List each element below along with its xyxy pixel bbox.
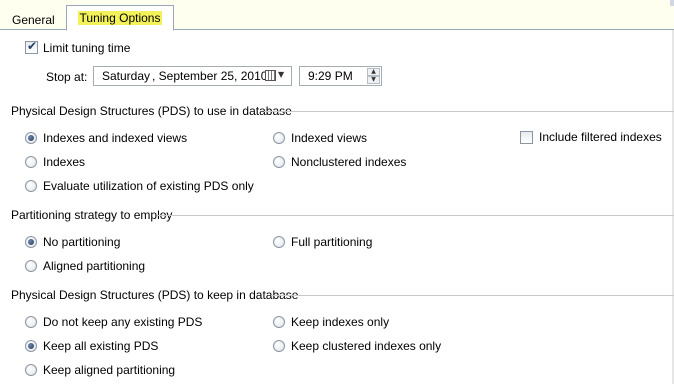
- time-spinner[interactable]: ▲ ▼: [367, 68, 380, 84]
- radio-full-partitioning[interactable]: [273, 236, 285, 248]
- divider: [157, 215, 674, 216]
- divider: [264, 111, 674, 112]
- tab-tuning-options[interactable]: Tuning Options: [66, 5, 174, 31]
- stop-date-picker[interactable]: Saturday , September 25, 2010 ▼: [93, 66, 292, 86]
- include-filtered-indexes-checkbox[interactable]: [520, 131, 533, 144]
- include-filtered-indexes-label: Include filtered indexes: [539, 130, 662, 144]
- calendar-icon[interactable]: [265, 70, 276, 81]
- option-label: Evaluate utilization of existing PDS onl…: [43, 179, 254, 193]
- radio-indexes[interactable]: [25, 156, 37, 168]
- option-label: Do not keep any existing PDS: [43, 315, 203, 329]
- radio-indexes-and-indexed-views[interactable]: [25, 132, 37, 144]
- tab-general[interactable]: General: [0, 6, 66, 30]
- option-label: Keep aligned partitioning: [43, 363, 176, 377]
- tab-tuning-options-label: Tuning Options: [77, 11, 163, 25]
- pds-keep-group-title: Physical Design Structures (PDS) to keep…: [11, 288, 299, 302]
- radio-keep-aligned-partitioning[interactable]: [25, 364, 37, 376]
- divider: [271, 295, 674, 296]
- chevron-down-icon[interactable]: ▼: [278, 70, 284, 79]
- partitioning-group-title: Partitioning strategy to employ: [11, 208, 173, 222]
- radio-keep-all-existing-pds[interactable]: [25, 340, 37, 352]
- radio-indexed-views[interactable]: [273, 132, 285, 144]
- stop-at-label: Stop at:: [46, 70, 88, 84]
- tab-general-label: General: [12, 13, 55, 27]
- stop-time-picker[interactable]: 9:29 PM ▲ ▼: [299, 66, 382, 86]
- spin-up-icon[interactable]: ▲: [367, 68, 380, 76]
- pds-use-group-title: Physical Design Structures (PDS) to use …: [11, 104, 292, 118]
- stop-day-value: Saturday: [102, 69, 151, 83]
- option-label: Keep all existing PDS: [43, 339, 159, 353]
- option-label: No partitioning: [43, 235, 121, 249]
- option-label: Nonclustered indexes: [291, 155, 407, 169]
- option-label: Indexes: [43, 155, 86, 169]
- option-label: Full partitioning: [291, 235, 373, 249]
- stop-date-value: , September 25, 2010: [152, 69, 268, 83]
- option-label: Indexed views: [291, 131, 368, 145]
- radio-keep-clustered-indexes-only[interactable]: [273, 340, 285, 352]
- option-label: Indexes and indexed views: [43, 131, 188, 145]
- radio-nonclustered-indexes[interactable]: [273, 156, 285, 168]
- tab-strip: General Tuning Options: [0, 0, 674, 31]
- radio-do-not-keep-pds[interactable]: [25, 316, 37, 328]
- stop-time-value: 9:29 PM: [308, 69, 353, 83]
- option-label: Keep indexes only: [291, 315, 390, 329]
- limit-tuning-time-checkbox[interactable]: [25, 39, 38, 54]
- spin-down-icon[interactable]: ▼: [367, 76, 380, 84]
- radio-keep-indexes-only[interactable]: [273, 316, 285, 328]
- option-label: Aligned partitioning: [43, 259, 146, 273]
- limit-tuning-time-label: Limit tuning time: [43, 41, 131, 55]
- tabstrip-edge: [670, 0, 674, 6]
- radio-no-partitioning[interactable]: [25, 236, 37, 248]
- radio-aligned-partitioning[interactable]: [25, 260, 37, 272]
- radio-evaluate-existing-pds[interactable]: [25, 180, 37, 192]
- option-label: Keep clustered indexes only: [291, 339, 442, 353]
